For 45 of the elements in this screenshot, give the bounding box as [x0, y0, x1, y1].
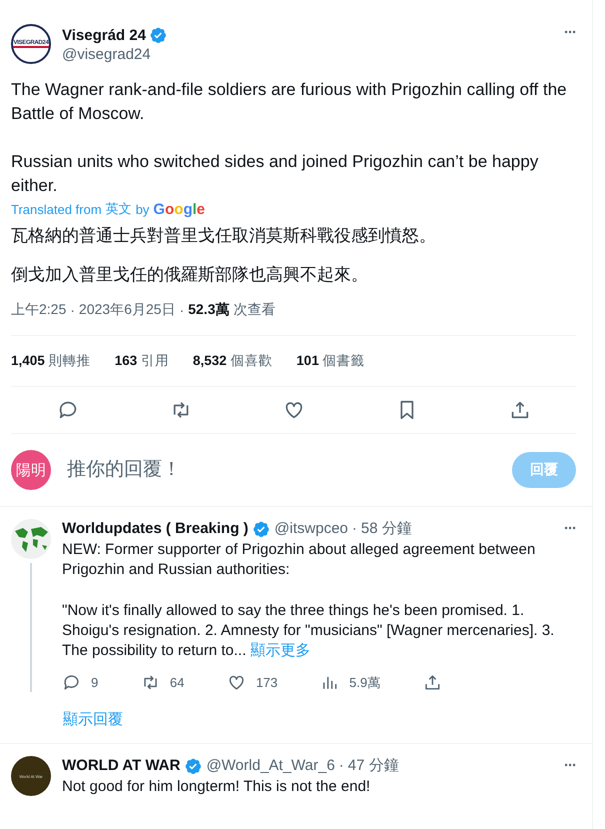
by-label: by — [136, 202, 150, 216]
source-language: 英文 — [106, 200, 132, 218]
retweet-button[interactable]: 64 — [140, 673, 184, 692]
author-handle[interactable]: @visegrad24 — [62, 46, 553, 63]
translator-logo: Google — [153, 200, 205, 218]
like-button[interactable]: 173 — [226, 673, 278, 692]
reply-icon — [62, 673, 81, 692]
reply-button[interactable] — [56, 399, 78, 421]
reply-time[interactable]: 58 分鐘 — [361, 519, 560, 538]
stat-link[interactable]: 101 個書籤 — [296, 352, 365, 370]
tweet-text: Russian units who switched sides and joined Prigozhin can’t be happy either. — [11, 151, 540, 197]
stat-link[interactable]: 1,405 則轉推 — [11, 352, 91, 370]
separator-dot: · — [352, 520, 358, 537]
reply-text: Not good for him longterm! This is not the end! — [62, 777, 372, 797]
author-name[interactable]: WORLD AT WAR — [62, 757, 180, 774]
reply-time[interactable]: 47 分鐘 — [348, 756, 560, 775]
reply-button[interactable]: 9 — [62, 673, 98, 692]
views-label: 次查看 — [233, 301, 276, 319]
share-icon — [422, 673, 442, 692]
tweet-text: The Wagner rank-and-file soldiers are furious with Prigozhin calling off the Battle of Moscow. — [11, 79, 568, 125]
stat-link[interactable]: 8,532 個喜歡 — [192, 352, 272, 370]
tweet-date[interactable]: 2023年6月25日 — [78, 301, 176, 319]
translated-text: 瓦格納的普通士兵對普里戈任取消莫斯科戰役感到憤怒。 — [11, 225, 437, 247]
avatar: 陽明 — [11, 450, 51, 490]
author-name[interactable]: Visegrád 24 — [62, 26, 146, 44]
author-handle[interactable]: @itswpceo — [274, 520, 348, 537]
translated-text: 倒戈加入普里戈任的俄羅斯部隊也高興不起來。 — [11, 264, 369, 286]
more-button[interactable]: ··· — [564, 24, 576, 41]
separator-dot: · — [70, 302, 75, 318]
separator-dot: · — [179, 302, 184, 318]
reply-text: NEW: Former supporter of Prigozhin about alleged agreement between Prigozhin and Russian authorities: — [62, 540, 536, 580]
more-button[interactable]: ··· — [564, 757, 576, 774]
author-handle[interactable]: @World_At_War_6 — [206, 757, 335, 774]
reply-text: "Now it's finally allowed to say the three things he's been promised. 1. Shoigu's resignation. 2. Amnesty for "musicians" [Wagner mercenaries]. 3. The possibility to return to... 顯示更多 — [62, 601, 556, 661]
tweet-time[interactable]: 上午2:25 — [11, 301, 66, 319]
stat-link[interactable]: 163 引用 — [114, 352, 169, 370]
share-button[interactable] — [422, 673, 442, 692]
separator-dot: · — [338, 757, 344, 774]
author-name[interactable]: Worldupdates ( Breaking ) — [62, 520, 248, 537]
views-button[interactable]: 5.9萬 — [320, 673, 380, 692]
reply-icon — [56, 399, 78, 421]
more-button[interactable]: ··· — [564, 520, 576, 537]
view-count: 52.3萬 — [188, 301, 230, 319]
like-icon — [226, 673, 246, 692]
translated-from-label: Translated from — [11, 202, 102, 216]
